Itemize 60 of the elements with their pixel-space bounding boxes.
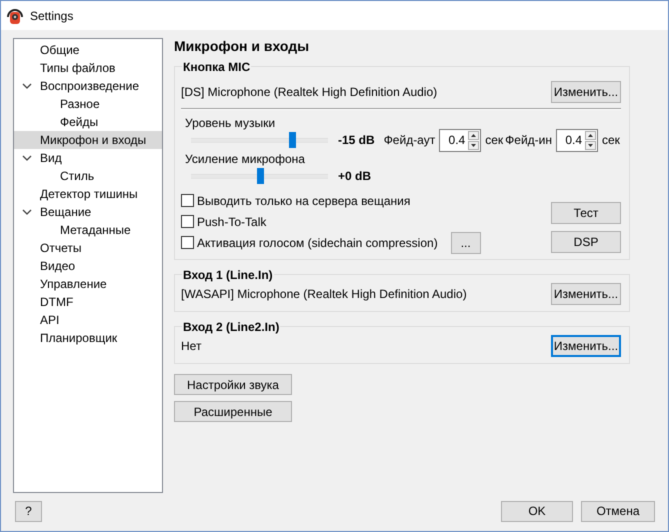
advanced-button[interactable]: Расширенные [174, 401, 292, 422]
slider-label: Уровень музыки [184, 116, 276, 130]
help-button[interactable]: ? [15, 500, 42, 522]
sound-settings-button[interactable]: Настройки звука [174, 374, 292, 395]
change-button[interactable]: Изменить... [551, 283, 621, 305]
more-button[interactable]: ... [450, 232, 481, 254]
tree-item[interactable]: Планировщик [14, 329, 162, 347]
checkbox-label[interactable]: Активация голосом (sidechain compression) [197, 236, 438, 250]
number-field[interactable]: 0.4 [439, 128, 482, 152]
tree-item[interactable]: DTMF [14, 293, 162, 311]
group-title: Вход 1 (Line.In) [182, 268, 274, 282]
page-heading: Микрофон и входы [174, 38, 310, 54]
spin-arrows-icon[interactable] [585, 130, 596, 150]
tree-item[interactable]: Стиль [14, 167, 162, 185]
device-name: [DS] Microphone (Realtek High Definition Audio) [181, 85, 438, 99]
tree-item[interactable]: Воспроизведение [14, 77, 162, 95]
checkbox[interactable] [181, 194, 194, 207]
cancel-button[interactable]: Отмена [581, 500, 655, 522]
tree-item[interactable]: Общие [14, 41, 162, 59]
device-name: [WASAPI] Microphone (Realtek High Definition Audio) [181, 287, 467, 301]
device-name: Нет [181, 339, 202, 353]
headphones-logo-icon [6, 6, 24, 24]
chevron-icon[interactable] [22, 153, 32, 163]
tree-item[interactable]: API [14, 311, 162, 329]
tree-item[interactable]: Видео [14, 257, 162, 275]
spin-arrows-icon[interactable] [468, 130, 480, 150]
tree-item[interactable]: Детектор тишины [14, 185, 162, 203]
unit-label: сек [485, 133, 504, 147]
checkbox[interactable] [181, 215, 194, 228]
tree-item[interactable]: Фейды [14, 113, 162, 131]
checkbox-label[interactable]: Выводить только на сервера вещания [197, 194, 410, 208]
unit-label: сек [602, 133, 620, 147]
ok-button[interactable]: OK [501, 500, 573, 522]
dsp-button[interactable]: DSP [551, 231, 621, 253]
tree-item[interactable]: Управление [14, 275, 162, 293]
window-title: Settings [30, 8, 74, 22]
spin-label: Фейд-ин [505, 133, 552, 147]
tree-item[interactable]: Типы файлов [14, 59, 162, 77]
number-field[interactable]: 0.4 [556, 128, 598, 152]
spin-label: Фейд-аут [384, 133, 436, 147]
level-reading: +0 dB [338, 169, 372, 183]
group-title: Вход 2 (Line2.In) [182, 320, 280, 334]
checkbox-label[interactable]: Push-To-Talk [197, 214, 266, 228]
tree-item[interactable]: Вид [14, 149, 162, 167]
tree-item[interactable]: Вещание [14, 203, 162, 221]
tree-item[interactable]: Микрофон и входы [14, 131, 162, 149]
change-button[interactable]: Изменить... [551, 81, 621, 103]
chevron-icon[interactable] [22, 207, 32, 217]
tree-item[interactable]: Разное [14, 95, 162, 113]
chevron-icon[interactable] [22, 81, 32, 91]
test-button[interactable]: Тест [551, 202, 621, 224]
tree-item[interactable]: Метаданные [14, 221, 162, 239]
checkbox[interactable] [181, 236, 194, 249]
change-button[interactable]: Изменить... [551, 335, 621, 357]
level-reading: -15 dB [338, 133, 375, 147]
slider-thumb[interactable] [256, 168, 264, 184]
tree-item[interactable]: Отчеты [14, 239, 162, 257]
group-title: Кнопка MIC [182, 60, 252, 74]
slider-thumb[interactable] [289, 132, 296, 148]
slider-label: Усиление микрофона [184, 152, 306, 166]
